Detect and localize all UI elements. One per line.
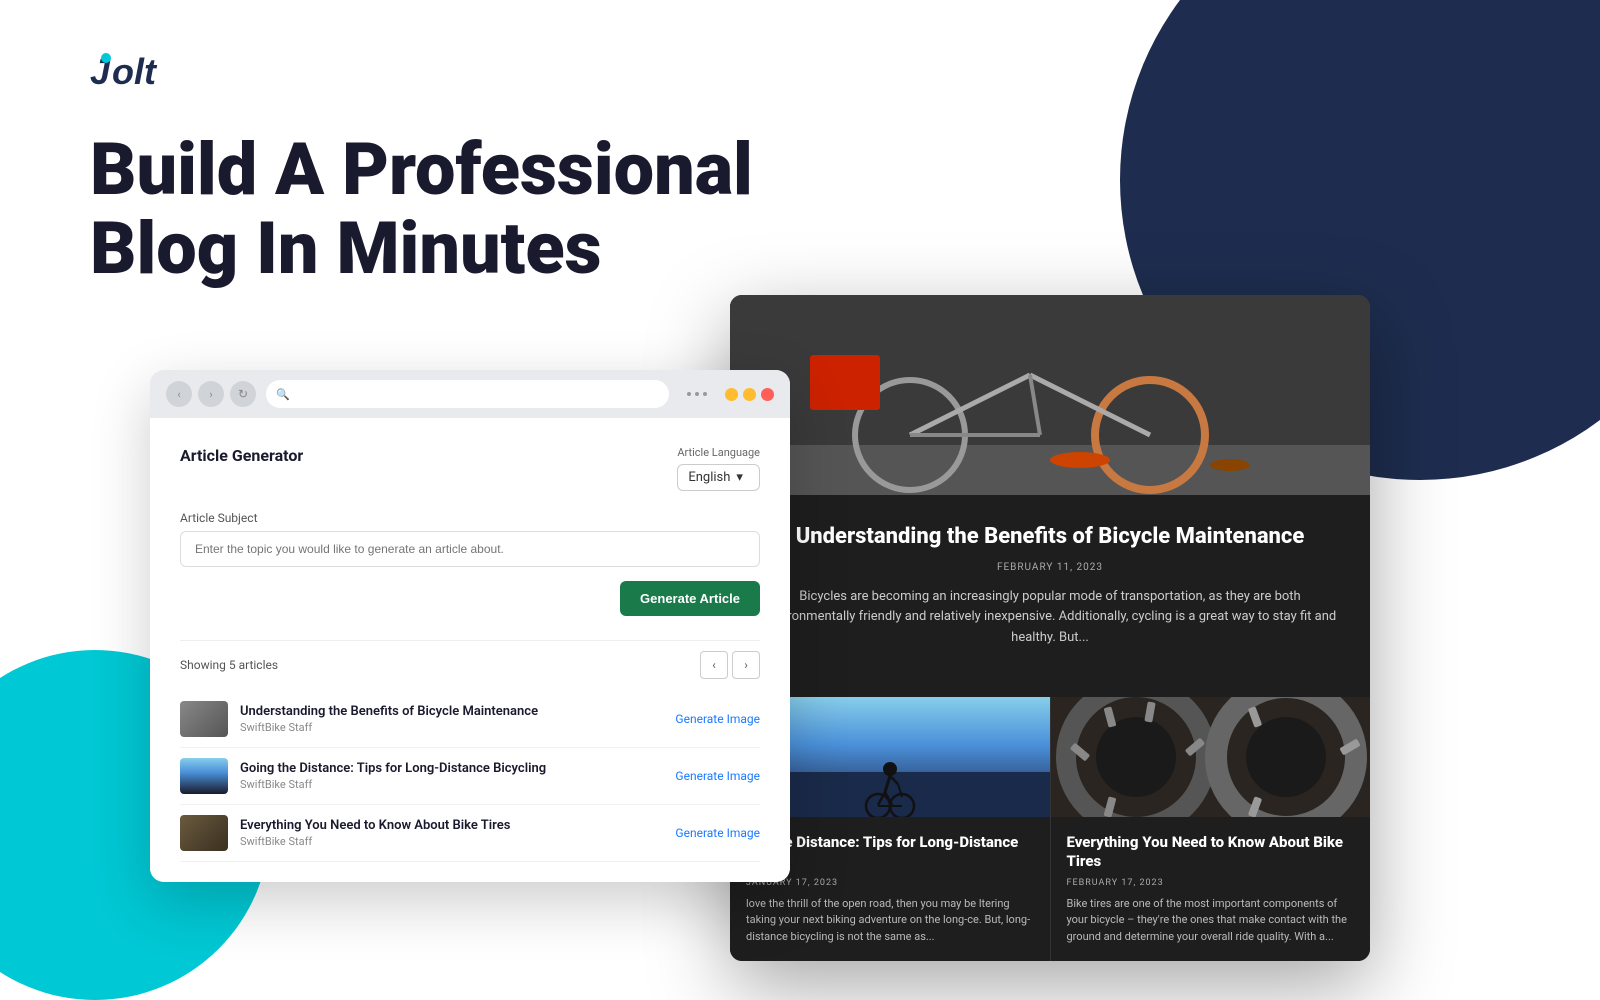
language-label: Article Language — [677, 446, 760, 459]
close-btn[interactable] — [761, 388, 774, 401]
blog-main-content: Understanding the Benefits of Bicycle Ma… — [730, 495, 1370, 697]
browser-nav-btns: ‹ › ↻ — [166, 381, 256, 407]
article-thumb-1 — [180, 758, 228, 794]
search-icon: 🔍 — [276, 388, 290, 401]
article-list-item: Understanding the Benefits of Bicycle Ma… — [180, 691, 760, 748]
blog-hero-image — [730, 295, 1370, 495]
blog-featured-title: Understanding the Benefits of Bicycle Ma… — [760, 523, 1340, 552]
blog-card-title-1: Everything You Need to Know About Bike T… — [1067, 833, 1355, 872]
menu-dot-3 — [703, 392, 707, 396]
blog-card-img-1 — [1051, 697, 1371, 817]
subject-input[interactable] — [180, 531, 760, 567]
minimize-btn[interactable] — [725, 388, 738, 401]
article-title-1: Going the Distance: Tips for Long-Distan… — [240, 761, 663, 776]
menu-dot-1 — [687, 392, 691, 396]
article-list-item-2: Everything You Need to Know About Bike T… — [180, 805, 760, 862]
generate-image-link-1[interactable]: Generate Image — [675, 769, 760, 783]
article-gen-title: Article Generator — [180, 446, 303, 465]
menu-dot-2 — [695, 392, 699, 396]
article-thumb-0 — [180, 701, 228, 737]
article-author-2: SwiftBike Staff — [240, 835, 663, 848]
generate-image-link-0[interactable]: Generate Image — [675, 712, 760, 726]
browser-content: Article Generator Article Language Engli… — [150, 418, 790, 882]
article-title-2: Everything You Need to Know About Bike T… — [240, 818, 663, 833]
article-gen-header: Article Generator Article Language Engli… — [180, 446, 760, 491]
blog-card-1: Everything You Need to Know About Bike T… — [1051, 697, 1371, 962]
reload-btn[interactable]: ↻ — [230, 381, 256, 407]
blog-card-excerpt-0: love the thrill of the open road, then y… — [746, 896, 1034, 946]
language-select[interactable]: English ▾ — [677, 464, 760, 491]
article-info-0: Understanding the Benefits of Bicycle Ma… — [240, 704, 663, 734]
articles-toolbar: Showing 5 articles ‹ › — [180, 640, 760, 679]
articles-count: Showing 5 articles — [180, 658, 278, 672]
article-info-2: Everything You Need to Know About Bike T… — [240, 818, 663, 848]
article-list-item-1: Going the Distance: Tips for Long-Distan… — [180, 748, 760, 805]
blog-cards-row: ing the Distance: Tips for Long-Distance… — [730, 697, 1370, 962]
article-author-0: SwiftBike Staff — [240, 721, 663, 734]
logo: J olt — [90, 50, 200, 92]
subject-label: Article Subject — [180, 511, 760, 525]
blog-card-excerpt-1: Bike tires are one of the most important… — [1067, 896, 1355, 946]
blog-card-content-1: Everything You Need to Know About Bike T… — [1051, 817, 1371, 962]
article-title-0: Understanding the Benefits of Bicycle Ma… — [240, 704, 663, 719]
article-author-1: SwiftBike Staff — [240, 778, 663, 791]
back-btn[interactable]: ‹ — [166, 381, 192, 407]
language-value: English — [688, 470, 730, 485]
svg-text:olt: olt — [112, 51, 158, 92]
blog-featured-date: February 11, 2023 — [760, 562, 1340, 573]
blog-preview: Understanding the Benefits of Bicycle Ma… — [730, 295, 1370, 961]
article-thumb-2 — [180, 815, 228, 851]
generate-article-button[interactable]: Generate Article — [620, 581, 760, 616]
page-headline: Build A Professional Blog In Minutes — [90, 130, 753, 288]
browser-titlebar: ‹ › ↻ 🔍 — [150, 370, 790, 418]
browser-mockup: ‹ › ↻ 🔍 Article Generator Article Langua… — [150, 370, 790, 882]
generate-image-link-2[interactable]: Generate Image — [675, 826, 760, 840]
pagination-btns: ‹ › — [700, 651, 760, 679]
chevron-down-icon: ▾ — [736, 470, 743, 485]
prev-page-btn[interactable]: ‹ — [700, 651, 728, 679]
maximize-btn[interactable] — [743, 388, 756, 401]
blog-card-date-0: January 17, 2023 — [746, 878, 1034, 888]
blog-featured-excerpt: Bicycles are becoming an increasingly po… — [760, 587, 1340, 649]
forward-btn[interactable]: › — [198, 381, 224, 407]
blog-card-date-1: February 17, 2023 — [1067, 878, 1355, 888]
address-bar[interactable]: 🔍 — [266, 380, 669, 408]
next-page-btn[interactable]: › — [732, 651, 760, 679]
article-info-1: Going the Distance: Tips for Long-Distan… — [240, 761, 663, 791]
